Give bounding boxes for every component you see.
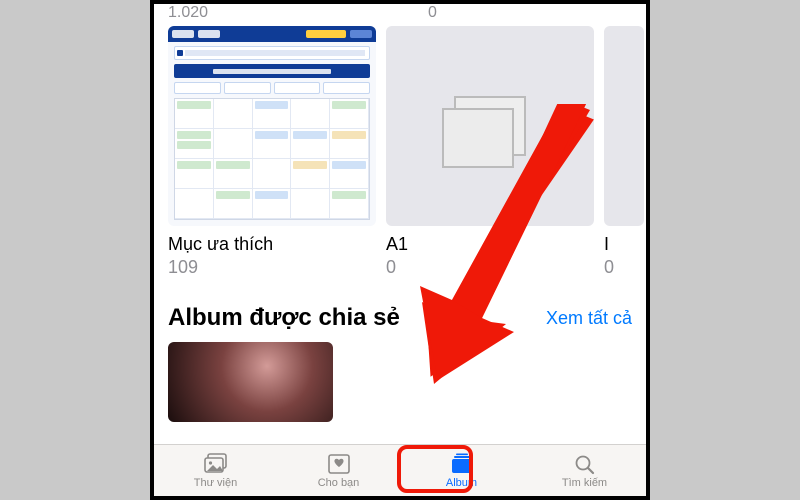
tab-search[interactable]: Tìm kiếm bbox=[523, 445, 646, 496]
previous-row-counts: 1.020 0 bbox=[154, 4, 646, 20]
tab-label: Tìm kiếm bbox=[562, 477, 607, 489]
prev-count-1: 1.020 bbox=[168, 4, 208, 20]
albums-icon bbox=[449, 453, 475, 475]
scroll-content[interactable]: 1.020 0 bbox=[154, 4, 646, 444]
album-count: 0 bbox=[604, 257, 644, 278]
tab-label: Cho bạn bbox=[318, 477, 360, 489]
album-title: A1 bbox=[386, 234, 594, 255]
shared-albums-header: Album được chia sẻ Xem tất cả bbox=[154, 278, 646, 342]
search-icon bbox=[572, 453, 598, 475]
shared-albums-heading: Album được chia sẻ bbox=[168, 304, 400, 332]
stack-icon bbox=[454, 96, 526, 156]
shared-album-item[interactable] bbox=[168, 342, 333, 422]
album-next-cut[interactable]: I 0 bbox=[604, 26, 644, 278]
phone-screen: 1.020 0 bbox=[150, 0, 650, 500]
album-count: 0 bbox=[386, 257, 594, 278]
tab-library[interactable]: Thư viện bbox=[154, 445, 277, 496]
tab-label: Album bbox=[446, 477, 477, 489]
tab-label: Thư viện bbox=[194, 477, 237, 489]
see-all-link[interactable]: Xem tất cả bbox=[546, 308, 632, 329]
album-title: Mục ưa thích bbox=[168, 234, 376, 255]
album-favorites-thumbnail bbox=[168, 26, 376, 226]
album-next-thumbnail bbox=[604, 26, 644, 226]
shared-albums-row bbox=[154, 342, 646, 422]
album-count: 109 bbox=[168, 257, 376, 278]
album-favorites[interactable]: Mục ưa thích 109 bbox=[168, 26, 376, 278]
tab-albums[interactable]: Album bbox=[400, 445, 523, 496]
album-a1-thumbnail bbox=[386, 26, 594, 226]
prev-count-2: 0 bbox=[428, 4, 437, 20]
album-a1[interactable]: A1 0 bbox=[386, 26, 594, 278]
album-title: I bbox=[604, 234, 644, 255]
photo-library-icon bbox=[203, 453, 229, 475]
tab-bar: Thư viện Cho bạn Album Tìm kiếm bbox=[154, 444, 646, 496]
for-you-icon bbox=[326, 453, 352, 475]
tab-for-you[interactable]: Cho bạn bbox=[277, 445, 400, 496]
my-albums-row: Mục ưa thích 109 A1 0 I 0 bbox=[154, 20, 646, 278]
